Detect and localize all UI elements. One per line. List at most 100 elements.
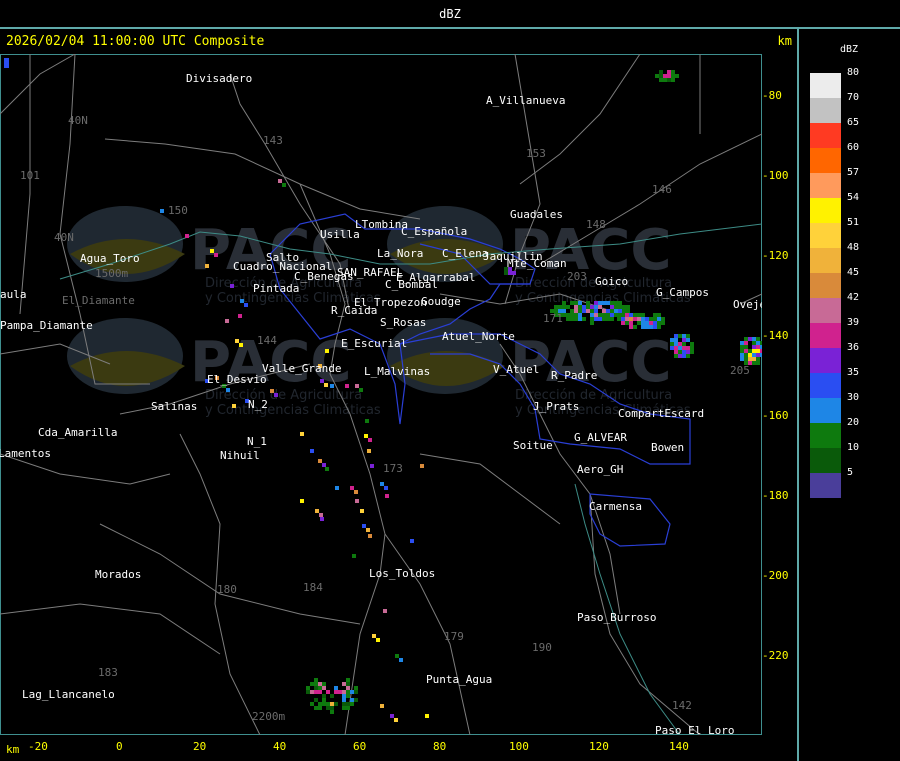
echo-cell [360, 509, 364, 513]
echo-cell [512, 271, 516, 275]
echo-cell [359, 388, 363, 392]
echo-cell [380, 704, 384, 708]
echo-cell [306, 690, 310, 694]
echo-cell [562, 301, 566, 305]
echo-cell [678, 350, 682, 354]
route-label: 205 [730, 364, 750, 377]
echo-cell [674, 334, 678, 338]
echo-cell [618, 301, 622, 305]
echo-cell [748, 349, 752, 353]
color-legend: dBZ 80 70 65 60 57 54 51 48 45 42 39 36 35 30 20 10 5 [800, 30, 900, 761]
echo-cell [355, 384, 359, 388]
echo-cell [425, 714, 429, 718]
legend-swatch [810, 73, 841, 98]
echo-cell [330, 384, 334, 388]
echo-cell [350, 698, 354, 702]
echo-cell [554, 305, 558, 309]
echo-cell [300, 432, 304, 436]
echo-cell [385, 494, 389, 498]
echo-cell [566, 313, 570, 317]
echo-cell [657, 313, 661, 317]
route-label: 101 [20, 169, 40, 182]
echo-cell [610, 301, 614, 305]
echo-cell [655, 74, 659, 78]
echo-cell [594, 301, 598, 305]
echo-cell [740, 357, 744, 361]
echo-cell [606, 309, 610, 313]
echo-cell [629, 313, 633, 317]
place-label: E_Escurial [341, 337, 407, 350]
legend-swatch [810, 98, 841, 123]
place-label: Usilla [320, 228, 360, 241]
echo-cell [675, 74, 679, 78]
echo-cell [274, 393, 278, 397]
echo-cell [752, 357, 756, 361]
place-label: Los_Toldos [369, 567, 435, 580]
echo-cell [582, 305, 586, 309]
echo-cell [618, 313, 622, 317]
echo-cell [610, 317, 614, 321]
echo-cell [678, 334, 682, 338]
echo-cell [629, 321, 633, 325]
x-tick-label: 40 [273, 740, 287, 753]
echo-cell [756, 345, 760, 349]
echo-cell [574, 313, 578, 317]
echo-cell [320, 379, 324, 383]
place-label: Atuel_Norte [442, 330, 515, 343]
echo-cell [383, 609, 387, 613]
echo-cell [278, 179, 282, 183]
radar-map[interactable]: PACC Dirección de Agricultura y Continge… [0, 54, 762, 735]
echo-cell [354, 690, 358, 694]
legend-label: 48 [847, 242, 860, 253]
echo-cell [4, 58, 9, 68]
place-label: Mte_Coman [507, 257, 567, 270]
x-axis-unit: km [6, 743, 20, 756]
echo-cell [326, 702, 330, 706]
legend-label: 80 [847, 67, 860, 78]
echo-cell [598, 305, 602, 309]
echo-cell [322, 463, 326, 467]
place-label: Bowen [651, 441, 684, 454]
place-label: Salto [266, 251, 299, 264]
echo-cell [318, 702, 322, 706]
echo-cell [318, 682, 322, 686]
place-label: Carmensa [589, 500, 642, 513]
echo-cell [322, 694, 326, 698]
echo-cell [744, 353, 748, 357]
legend-title: dBZ [840, 44, 859, 55]
echo-cell [410, 539, 414, 543]
echo-cell [622, 305, 626, 309]
echo-cell [318, 686, 322, 690]
place-label: Ovejeria [733, 298, 762, 311]
place-label: La_Nora [377, 247, 423, 260]
place-label: N_2 [248, 398, 268, 411]
place-label: El_Desvio [207, 373, 267, 386]
echo-cell [744, 341, 748, 345]
echo-cell [663, 78, 667, 82]
echo-cell [350, 702, 354, 706]
echo-cell [338, 690, 342, 694]
place-label: Guadales [510, 208, 563, 221]
echo-cell [390, 714, 394, 718]
echo-cell [641, 321, 645, 325]
echo-cell [678, 342, 682, 346]
echo-cell [602, 313, 606, 317]
echo-cell [352, 554, 356, 558]
echo-cell [354, 686, 358, 690]
echo-cell [325, 349, 329, 353]
place-label: G_ALVEAR [574, 431, 627, 444]
echo-cell [322, 686, 326, 690]
echo-cell [185, 234, 189, 238]
echo-cell [752, 349, 756, 353]
echo-cell [614, 305, 618, 309]
echo-cell [574, 317, 578, 321]
echo-cell [570, 309, 574, 313]
echo-cell [314, 682, 318, 686]
echo-cell [667, 74, 671, 78]
contour-label: 2200m [252, 710, 285, 723]
echo-cell [590, 321, 594, 325]
echo-cell [606, 313, 610, 317]
echo-cell [230, 284, 234, 288]
echo-cell [364, 434, 368, 438]
echo-cell [602, 317, 606, 321]
